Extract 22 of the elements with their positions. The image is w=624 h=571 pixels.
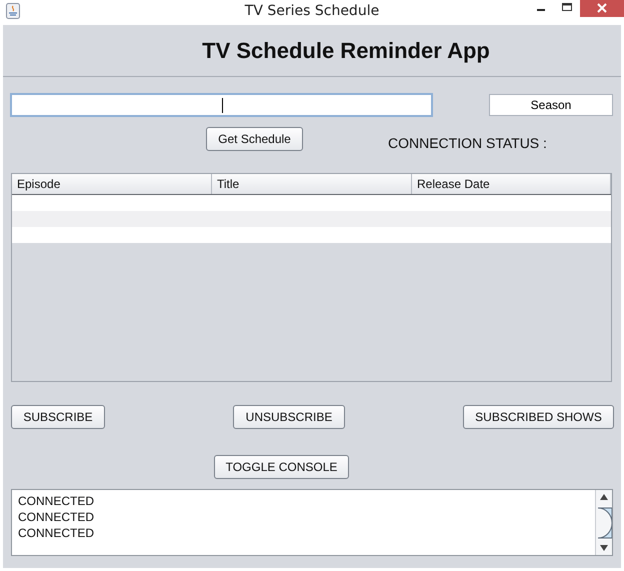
toggle-console-button[interactable]: TOGGLE CONSOLE: [214, 455, 349, 479]
action-button[interactable]: UNSUBSCRIBE: [233, 405, 345, 429]
app-title: TV Schedule Reminder App: [202, 38, 490, 64]
app-icon: [6, 3, 20, 19]
column-header[interactable]: Title: [212, 174, 412, 194]
console-line: CONNECTED: [18, 493, 96, 509]
scrollbar[interactable]: [595, 490, 612, 555]
scroll-down-icon[interactable]: [599, 543, 609, 553]
series-input-field[interactable]: [10, 93, 433, 117]
connection-status-label: CONNECTION STATUS :: [388, 135, 547, 151]
column-header[interactable]: Episode: [12, 174, 212, 194]
console-line: CONNECTED: [18, 509, 96, 525]
scroll-up-icon[interactable]: [599, 492, 609, 502]
column-header[interactable]: Release Date: [412, 174, 611, 194]
console-line: CONNECTED: [18, 525, 96, 541]
season-field[interactable]: Season: [489, 94, 613, 116]
window-title: TV Series Schedule: [244, 3, 380, 19]
get-schedule-button[interactable]: Get Schedule: [206, 127, 303, 151]
action-button[interactable]: SUBSCRIBE: [11, 405, 105, 429]
action-button[interactable]: SUBSCRIBED SHOWS: [463, 405, 614, 429]
close-icon[interactable]: [580, 0, 624, 17]
scroll-thumb-icon[interactable]: [596, 506, 612, 538]
